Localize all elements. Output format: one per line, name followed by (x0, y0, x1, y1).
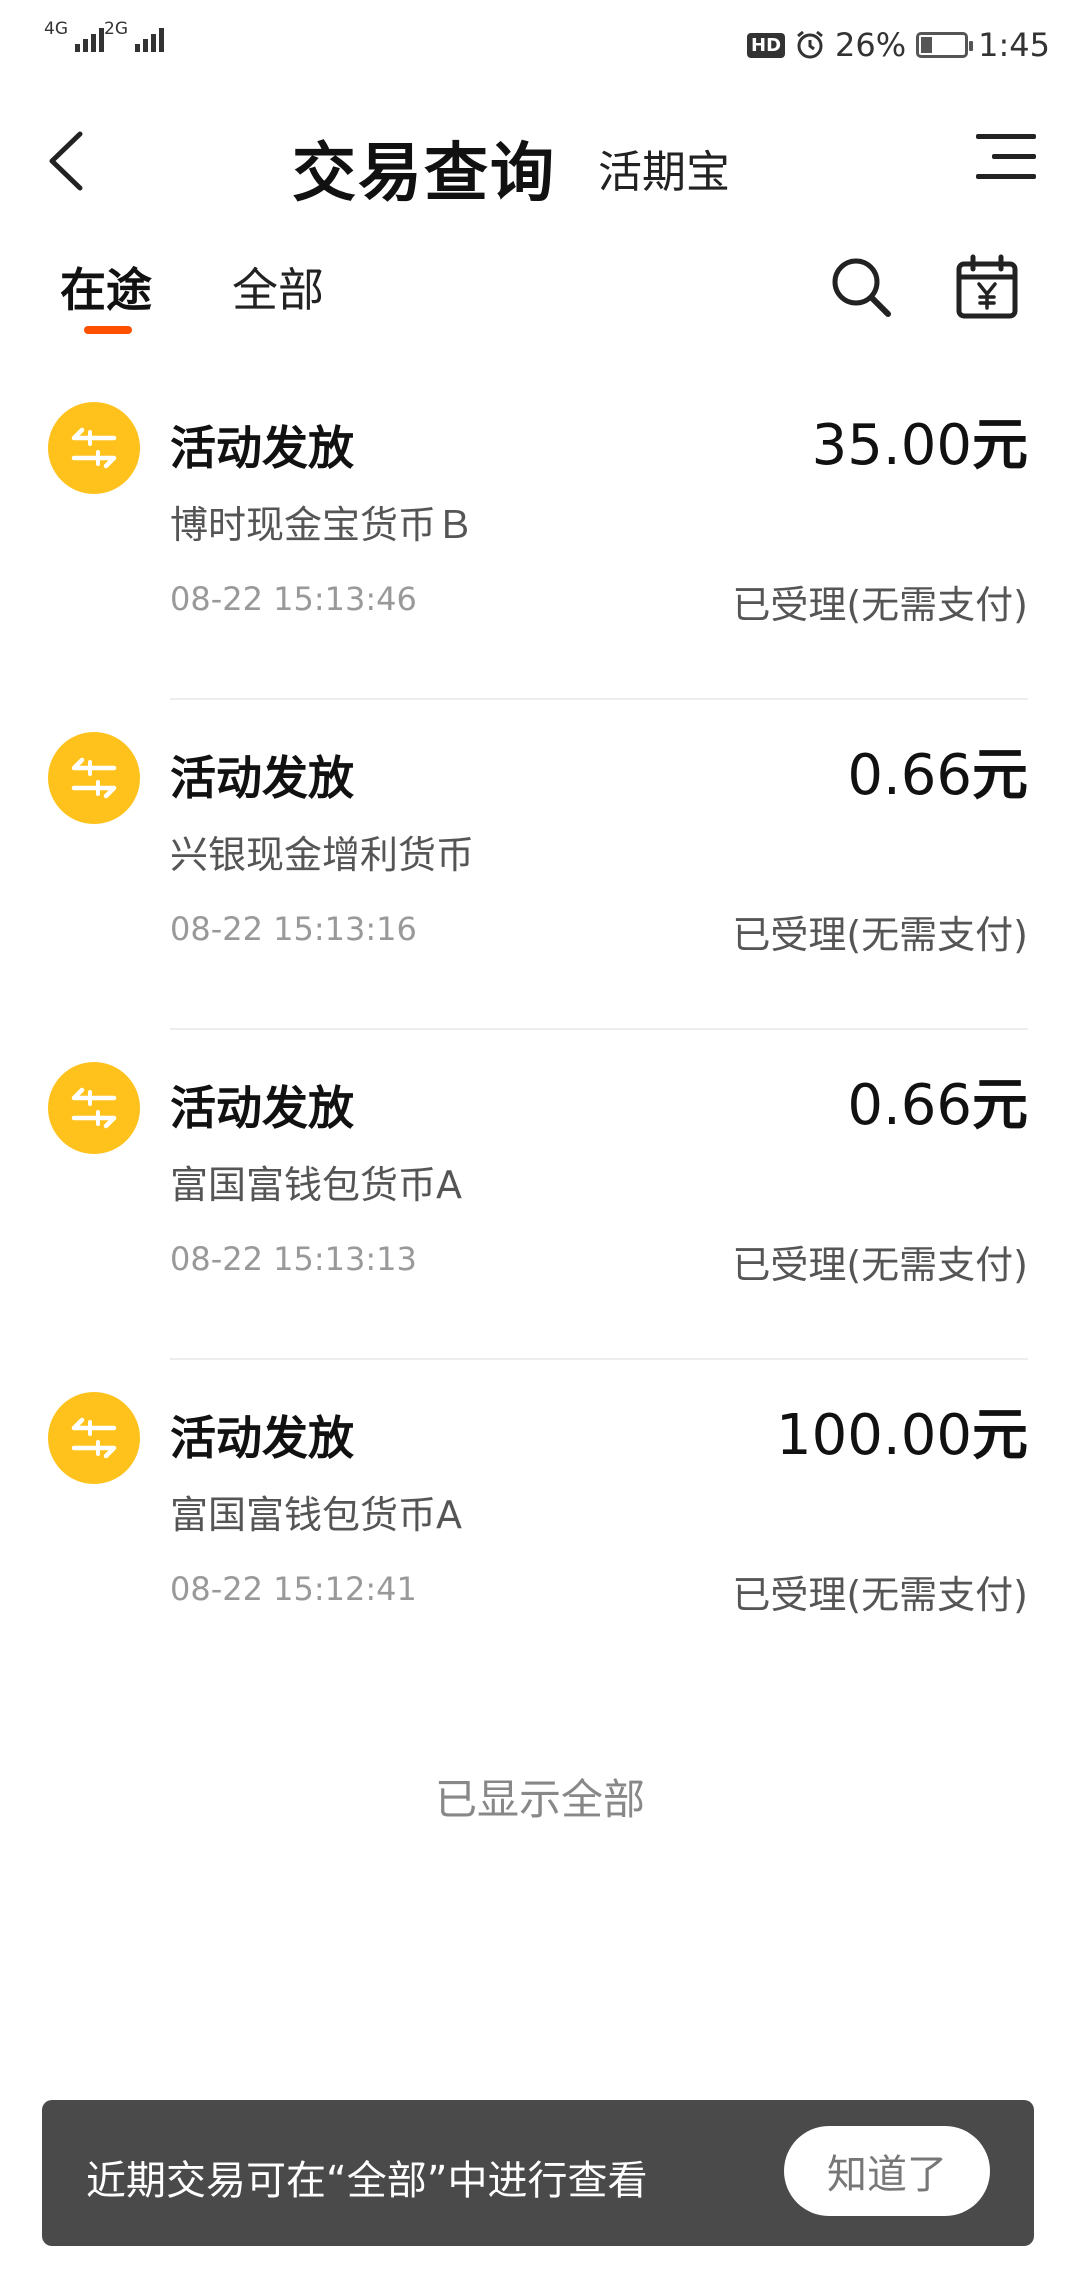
transaction-time: 08-22 15:12:41 (170, 1570, 417, 1608)
sim1-signal-icon: 4G (44, 21, 104, 52)
transaction-time: 08-22 15:13:16 (170, 910, 417, 948)
search-icon (832, 258, 891, 317)
transaction-status: 已受理(无需支付) (732, 1243, 1028, 1287)
transaction-item[interactable]: 活动发放 35.00元 博时现金宝货币Ｂ 08-22 15:13:46 已受理(… (0, 370, 1080, 700)
page-title: 交易查询 (292, 137, 556, 211)
transaction-title: 活动发放 (170, 1081, 354, 1135)
tab-all[interactable]: 全部 (232, 254, 324, 320)
clock: 1:45 (978, 26, 1050, 64)
back-arrow-icon (49, 131, 83, 191)
transaction-amount: 0.66元 (847, 743, 1028, 808)
transaction-item[interactable]: 活动发放 100.00元 富国富钱包货币A 08-22 15:12:41 已受理… (0, 1360, 1080, 1690)
transaction-title: 活动发放 (170, 421, 354, 475)
tip-toast: 近期交易可在“全部”中进行查看 知道了 (42, 2100, 1034, 2246)
menu-icon-line (992, 154, 1036, 159)
transaction-item[interactable]: 活动发放 0.66元 兴银现金增利货币 08-22 15:13:16 已受理(无… (0, 700, 1080, 1030)
sim2-signal-icon: 2G (104, 21, 164, 52)
back-button[interactable] (40, 126, 100, 196)
transfer-icon (48, 732, 140, 824)
calendar-filter-button[interactable] (954, 254, 1020, 320)
transaction-time: 08-22 15:13:46 (170, 580, 417, 618)
menu-button[interactable] (976, 130, 1036, 186)
transaction-status: 已受理(无需支付) (732, 1573, 1028, 1617)
transaction-amount: 35.00元 (811, 413, 1028, 478)
transaction-item[interactable]: 活动发放 0.66元 富国富钱包货币A 08-22 15:13:13 已受理(无… (0, 1030, 1080, 1360)
transfer-icon (48, 1062, 140, 1154)
battery-icon (916, 32, 974, 58)
tab-bar: 在途 全部 (0, 240, 1080, 340)
transaction-status: 已受理(无需支付) (732, 913, 1028, 957)
page-subtitle: 活期宝 (598, 147, 730, 198)
got-it-button[interactable]: 知道了 (784, 2126, 990, 2216)
menu-icon-line (976, 134, 1036, 139)
fund-name: 富国富钱包货币A (170, 1163, 462, 1207)
transfer-icon (48, 402, 140, 494)
toast-message: 近期交易可在“全部”中进行查看 (86, 2158, 648, 2204)
transaction-amount: 0.66元 (847, 1073, 1028, 1138)
transaction-list: 活动发放 35.00元 博时现金宝货币Ｂ 08-22 15:13:46 已受理(… (0, 370, 1080, 1690)
header: 交易查询 活期宝 (0, 92, 1080, 222)
search-button[interactable] (828, 254, 894, 320)
transaction-amount: 100.00元 (776, 1403, 1028, 1468)
menu-icon-line (976, 174, 1036, 179)
alarm-icon (797, 30, 823, 59)
transaction-title: 活动发放 (170, 1411, 354, 1465)
calendar-yuan-icon (956, 254, 1018, 319)
transaction-status: 已受理(无需支付) (732, 583, 1028, 627)
list-end-label: 已显示全部 (434, 1775, 645, 1824)
fund-name: 富国富钱包货币A (170, 1493, 462, 1537)
transfer-icon (48, 1392, 140, 1484)
transaction-title: 活动发放 (170, 751, 354, 805)
fund-name: 兴银现金增利货币 (170, 833, 475, 877)
hd-badge: HD (747, 32, 786, 58)
transaction-time: 08-22 15:13:13 (170, 1240, 417, 1278)
battery-percentage: 26% (835, 26, 907, 64)
tab-in-transit[interactable]: 在途 (60, 254, 152, 320)
fund-name: 博时现金宝货币Ｂ (170, 503, 475, 547)
active-tab-indicator (84, 326, 132, 334)
status-bar: 4G 2G HD 26% 1:45 (0, 0, 1080, 92)
